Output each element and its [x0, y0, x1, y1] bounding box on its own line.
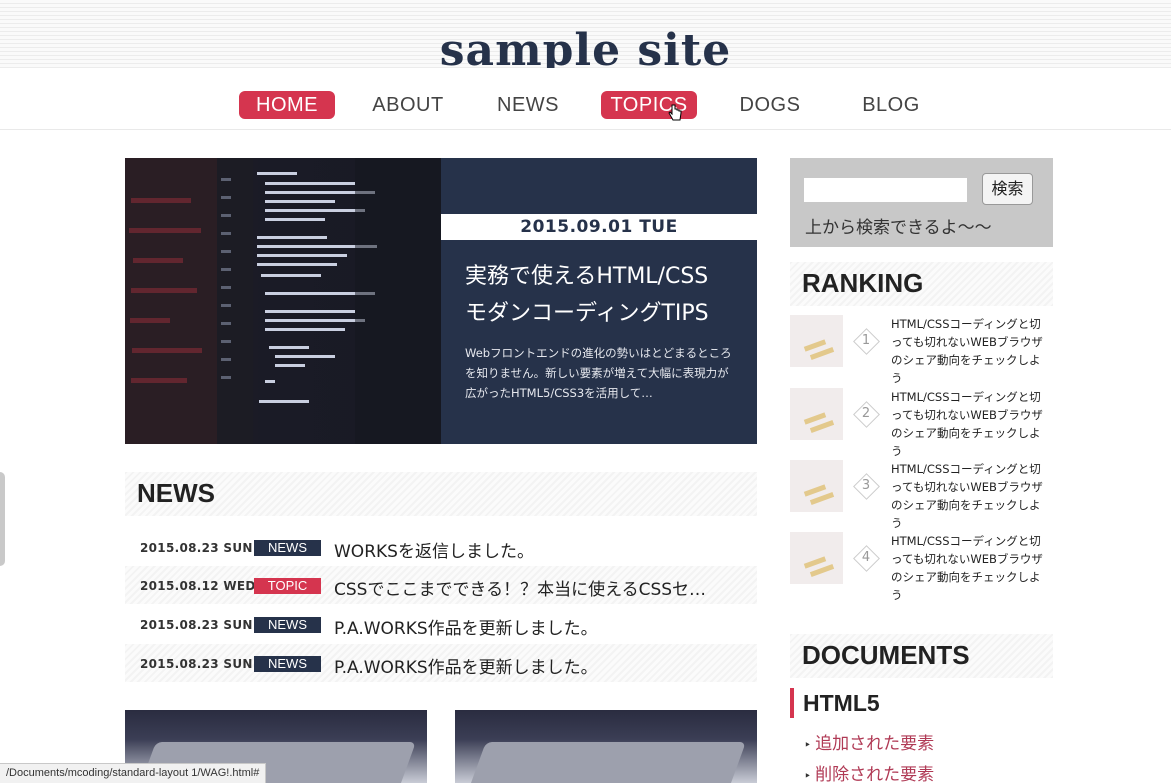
ranking-item[interactable]: 1 HTML/CSSコーディングと切っても切れないWEBブラウザのシェア動向をチ…	[790, 315, 1053, 387]
documents-subheading: HTML5	[790, 688, 880, 718]
ranking-item[interactable]: 4 HTML/CSSコーディングと切っても切れないWEBブラウザのシェア動向をチ…	[790, 532, 1053, 604]
ranking-item[interactable]: 3 HTML/CSSコーディングと切っても切れないWEBブラウザのシェア動向をチ…	[790, 460, 1053, 532]
ranking-title[interactable]: HTML/CSSコーディングと切っても切れないWEBブラウザのシェア動向をチェッ…	[891, 315, 1051, 387]
news-title[interactable]: WORKSを返信しました。	[334, 537, 748, 562]
ranking-thumbnail	[790, 315, 843, 367]
news-item[interactable]: 2015.08.23 SUN NEWS WORKSを返信しました。	[125, 528, 757, 566]
hero-code-image	[125, 158, 441, 444]
news-title[interactable]: P.A.WORKS作品を更新しました。	[334, 614, 748, 639]
news-badge: NEWS	[254, 540, 321, 556]
topic-badge: TOPIC	[254, 578, 321, 594]
news-heading: NEWS	[137, 478, 215, 508]
doc-link-added-elements[interactable]: 追加された要素	[804, 729, 934, 754]
search-box: 検索 上から検索できるよ〜〜	[790, 158, 1053, 247]
side-drawer-handle[interactable]	[0, 472, 5, 566]
news-date: 2015.08.23 SUN	[140, 657, 253, 671]
laptop-image	[464, 742, 746, 783]
documents-section-header: DOCUMENTS	[790, 634, 1053, 678]
rank-number-icon: 3	[854, 474, 878, 498]
hero-title-line1: 実務で使えるHTML/CSS	[465, 264, 709, 289]
global-nav: HOME ABOUT NEWS TOPICS DOGS BLOG	[0, 68, 1171, 130]
search-input[interactable]	[804, 178, 967, 202]
news-item[interactable]: 2015.08.23 SUN NEWS P.A.WORKS作品を更新しました。	[125, 605, 757, 643]
ranking-title[interactable]: HTML/CSSコーディングと切っても切れないWEBブラウザのシェア動向をチェッ…	[891, 388, 1051, 460]
rank-number-icon: 1	[854, 329, 878, 353]
search-note: 上から検索できるよ〜〜	[805, 218, 992, 238]
news-date: 2015.08.12 WED	[140, 579, 256, 593]
news-title[interactable]: CSSでここまでできる！？本当に使えるCSSセ…	[334, 575, 748, 600]
ranking-section-header: RANKING	[790, 262, 1053, 306]
nav-item-news[interactable]: NEWS	[480, 91, 576, 119]
news-badge: NEWS	[254, 656, 321, 672]
doc-link-removed-elements[interactable]: 削除された要素	[804, 760, 934, 783]
nav-item-dogs[interactable]: DOGS	[722, 91, 818, 119]
ranking-item[interactable]: 2 HTML/CSSコーディングと切っても切れないWEBブラウザのシェア動向をチ…	[790, 388, 1053, 460]
news-date: 2015.08.23 SUN	[140, 541, 253, 555]
search-button[interactable]: 検索	[982, 173, 1033, 205]
news-title[interactable]: P.A.WORKS作品を更新しました。	[334, 653, 748, 678]
ranking-title[interactable]: HTML/CSSコーディングと切っても切れないWEBブラウザのシェア動向をチェッ…	[891, 460, 1051, 532]
hero-date: 2015.09.01 TUE	[441, 214, 757, 240]
news-item[interactable]: 2015.08.12 WED TOPIC CSSでここまでできる！？本当に使える…	[125, 566, 757, 604]
hero-feature[interactable]: 2015.09.01 TUE 実務で使えるHTML/CSS モダンコーディングT…	[125, 158, 757, 444]
status-bar-url: /Documents/mcoding/standard-layout 1/WAG…	[0, 763, 267, 783]
article-thumbnail[interactable]	[455, 710, 757, 783]
news-badge: NEWS	[254, 617, 321, 633]
hero-title[interactable]: 実務で使えるHTML/CSS モダンコーディングTIPS	[465, 258, 755, 332]
nav-item-blog[interactable]: BLOG	[843, 91, 939, 119]
ranking-title[interactable]: HTML/CSSコーディングと切っても切れないWEBブラウザのシェア動向をチェッ…	[891, 532, 1051, 604]
ranking-thumbnail	[790, 460, 843, 512]
nav-item-topics[interactable]: TOPICS	[601, 91, 697, 119]
ranking-heading: RANKING	[802, 268, 924, 298]
news-section-header: NEWS	[125, 472, 757, 516]
news-item[interactable]: 2015.08.23 SUN NEWS P.A.WORKS作品を更新しました。	[125, 644, 757, 682]
nav-item-home[interactable]: HOME	[239, 91, 335, 119]
nav-item-about[interactable]: ABOUT	[360, 91, 456, 119]
rank-number-icon: 4	[854, 546, 878, 570]
hero-title-line2: モダンコーディングTIPS	[465, 301, 709, 326]
ranking-thumbnail	[790, 388, 843, 440]
news-date: 2015.08.23 SUN	[140, 618, 253, 632]
rank-number-icon: 2	[854, 402, 878, 426]
hero-excerpt: Webフロントエンドの進化の勢いはとどまるところを知りません。新しい要素が増えて…	[465, 346, 732, 400]
documents-heading: DOCUMENTS	[802, 640, 970, 670]
ranking-thumbnail	[790, 532, 843, 584]
pointer-hand-icon	[668, 104, 682, 121]
